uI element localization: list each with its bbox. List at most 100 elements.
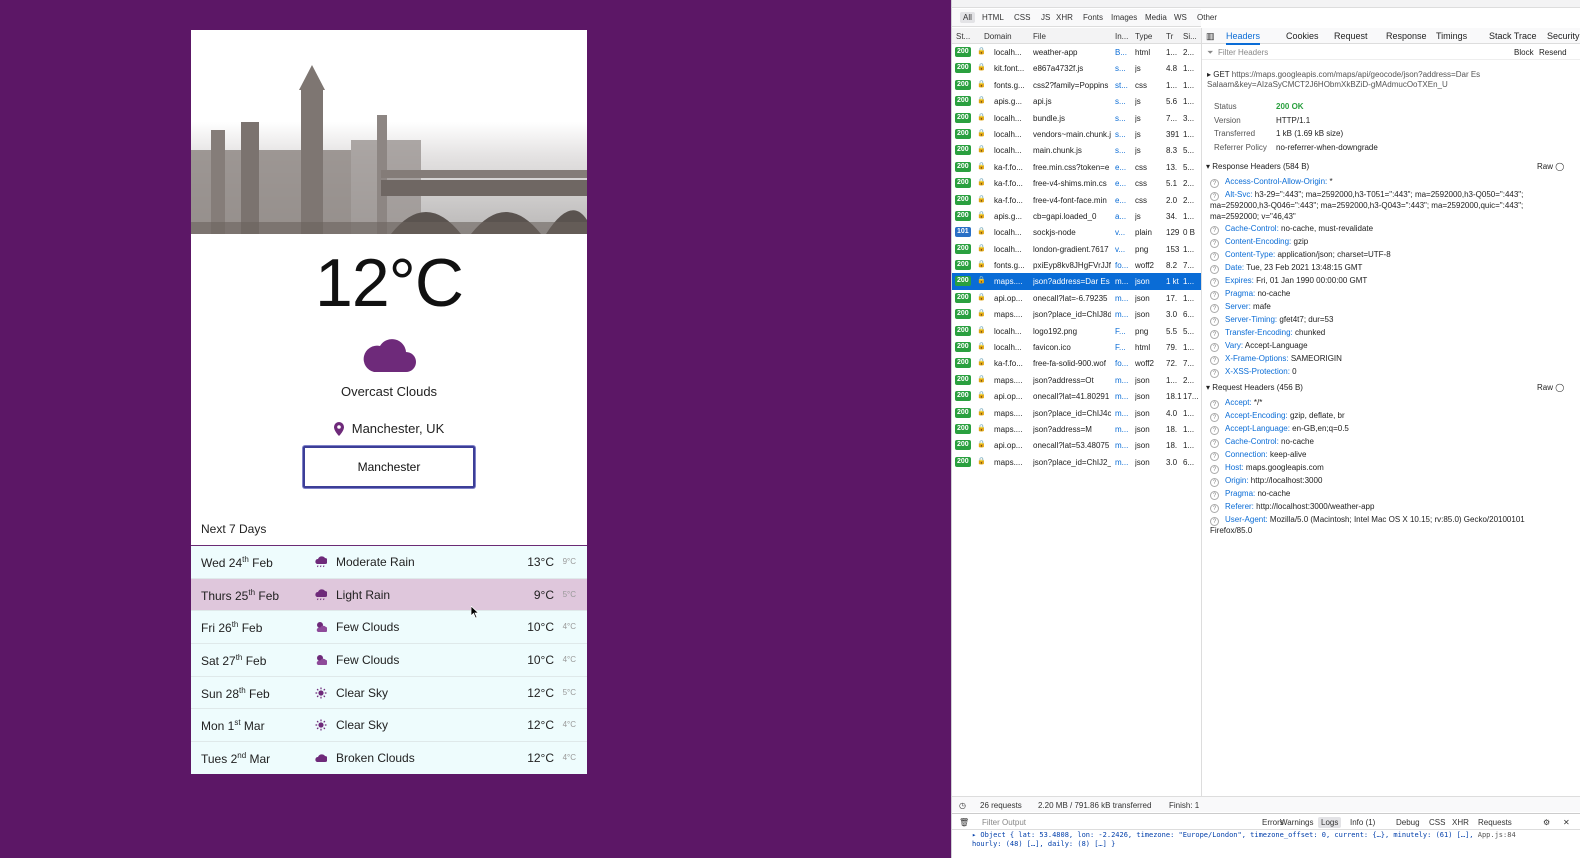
request-row[interactable]: 200 🔒 api.op... onecall?lat=41.80291 m... jso…	[952, 388, 1201, 404]
resend-button[interactable]: Resend	[1539, 48, 1567, 57]
forecast-day-row[interactable]: Fri 26th Feb Few Clouds 10°C 4°C	[191, 611, 587, 645]
header-entry[interactable]: ? X-Frame-Options: SAMEORIGIN	[1210, 354, 1568, 365]
help-icon[interactable]: ?	[1210, 413, 1219, 422]
console-filter-logs[interactable]: Logs	[1318, 817, 1342, 828]
settings-gear-icon[interactable]: ⚙	[1543, 818, 1550, 827]
tab-security[interactable]: Security	[1547, 31, 1580, 41]
request-row[interactable]: 200 🔒 maps.... json?place_id=ChIJ8d m... json…	[952, 306, 1201, 322]
header-entry[interactable]: ? Pragma: no-cache	[1210, 289, 1568, 300]
help-icon[interactable]: ?	[1210, 517, 1219, 526]
help-icon[interactable]: ?	[1210, 252, 1219, 261]
help-icon[interactable]: ?	[1210, 330, 1219, 339]
console-filter-xhr[interactable]: XHR	[1452, 818, 1469, 827]
header-entry[interactable]: ? Content-Encoding: gzip	[1210, 237, 1568, 248]
header-entry[interactable]: ? Server: mafe	[1210, 302, 1568, 313]
request-row[interactable]: 200 🔒 maps.... json?address=M m... json 18. 1..…	[952, 421, 1201, 437]
filter-images[interactable]: Images	[1111, 13, 1137, 22]
request-row[interactable]: 101 🔒 localh... sockjs-node v... plain 1290 B	[952, 224, 1201, 240]
request-row[interactable]: 200 🔒 ka-f.fo... free-v4-shims.min.cs e... cs…	[952, 175, 1201, 191]
help-icon[interactable]: ?	[1210, 491, 1219, 500]
request-row[interactable]: 200 🔒 kit.font... e867a4732f.js s... js 4.8 1..…	[952, 60, 1201, 76]
console-filter-info-1-[interactable]: Info (1)	[1350, 818, 1375, 827]
help-icon[interactable]: ?	[1210, 192, 1219, 201]
request-row[interactable]: 200 🔒 ka-f.fo... free.min.css?token=e e... cs…	[952, 159, 1201, 175]
help-icon[interactable]: ?	[1210, 478, 1219, 487]
tab-timings[interactable]: Timings	[1436, 31, 1467, 41]
header-entry[interactable]: ? Server-Timing: gfet4t7; dur=53	[1210, 315, 1568, 326]
request-row[interactable]: 200 🔒 localh... logo192.png F... png 5.5 5...	[952, 323, 1201, 339]
help-icon[interactable]: ?	[1210, 426, 1219, 435]
column-header[interactable]: In...	[1115, 32, 1128, 41]
header-entry[interactable]: ? Origin: http://localhost:3000	[1210, 476, 1568, 487]
header-entry[interactable]: ? Cache-Control: no-cache, must-revalidat…	[1210, 224, 1568, 235]
request-headers-section[interactable]: ▾ Request Headers (456 B)	[1206, 383, 1303, 392]
tab-response[interactable]: Response	[1386, 31, 1427, 41]
header-entry[interactable]: ? Date: Tue, 23 Feb 2021 13:48:15 GMT	[1210, 263, 1568, 274]
request-row[interactable]: 200 🔒 fonts.g... pxiEyp8kv8JHgFVrJJf fo... wo…	[952, 257, 1201, 273]
help-icon[interactable]: ?	[1210, 400, 1219, 409]
forecast-day-row[interactable]: Wed 24th Feb Moderate Rain 13°C 9°C	[191, 546, 587, 579]
forecast-day-row[interactable]: Thurs 25th Feb Light Rain 9°C 5°C	[191, 578, 587, 612]
request-row[interactable]: 200 🔒 localh... london-gradient.7617 v... png…	[952, 241, 1201, 257]
help-icon[interactable]: ?	[1210, 239, 1219, 248]
header-entry[interactable]: ? Transfer-Encoding: chunked	[1210, 328, 1568, 339]
header-entry[interactable]: ? Vary: Accept-Language	[1210, 341, 1568, 352]
header-entry[interactable]: ? Host: maps.googleapis.com	[1210, 463, 1568, 474]
request-row[interactable]: 200 🔒 localh... main.chunk.js s... js 8.3 5...	[952, 142, 1201, 158]
tab-stack-trace[interactable]: Stack Trace	[1489, 31, 1537, 41]
request-row[interactable]: 200 🔒 apis.g... cb=gapi.loaded_0 a... js 34. 1.…	[952, 208, 1201, 224]
filter-fonts[interactable]: Fonts	[1083, 13, 1103, 22]
header-entry[interactable]: ? Pragma: no-cache	[1210, 489, 1568, 500]
console-filter-warnings[interactable]: Warnings	[1280, 818, 1314, 827]
filter-all[interactable]: All	[960, 12, 975, 23]
request-row[interactable]: 200 🔒 maps.... json?place_id=ChIJ4c m... json…	[952, 405, 1201, 421]
filter-html[interactable]: HTML	[982, 13, 1004, 22]
header-entry[interactable]: ? Access-Control-Allow-Origin: *	[1210, 177, 1568, 188]
trash-icon[interactable]: 🗑	[959, 818, 969, 827]
help-icon[interactable]: ?	[1210, 179, 1219, 188]
column-header[interactable]: Si...	[1183, 32, 1197, 41]
forecast-day-row[interactable]: Sun 28th Feb Clear Sky 12°C 5°C	[191, 676, 587, 710]
console-filter-input[interactable]: Filter Output	[982, 818, 1026, 827]
request-row[interactable]: 200 🔒 fonts.g... css2?family=Poppins st... cs…	[952, 77, 1201, 93]
request-row[interactable]: 200 🔒 localh... bundle.js s... js 7... 3...	[952, 110, 1201, 126]
help-icon[interactable]: ?	[1210, 439, 1219, 448]
block-button[interactable]: Block	[1514, 48, 1534, 57]
panel-toggle-icon[interactable]: ▥	[1206, 31, 1215, 42]
filter-js[interactable]: JS	[1041, 13, 1050, 22]
help-icon[interactable]: ?	[1210, 278, 1219, 287]
request-url-line[interactable]: ▸ GET https://maps.googleapis.com/maps/a…	[1207, 70, 1577, 90]
request-row[interactable]: 200 🔒 maps.... json?place_id=ChIJ2_ m... json…	[952, 454, 1201, 470]
request-row[interactable]: 200 🔒 api.op... onecall?lat=53.48075 m... jso…	[952, 437, 1201, 453]
header-entry[interactable]: ? Content-Type: application/json; charset…	[1210, 250, 1568, 261]
raw-toggle-request[interactable]: Raw ◯	[1537, 383, 1564, 392]
filter-media[interactable]: Media	[1145, 13, 1167, 22]
help-icon[interactable]: ?	[1210, 343, 1219, 352]
request-row[interactable]: 200 🔒 ka-f.fo... free-fa-solid-900.wof fo...…	[952, 355, 1201, 371]
header-entry[interactable]: ? Expires: Fri, 01 Jan 1990 00:00:00 GMT	[1210, 276, 1568, 287]
filter-headers-input[interactable]: Filter Headers	[1218, 48, 1268, 57]
tab-headers[interactable]: Headers	[1226, 31, 1261, 45]
request-row[interactable]: 200 🔒 localh... favicon.ico F... html 79. 1...	[952, 339, 1201, 355]
help-icon[interactable]: ?	[1210, 265, 1219, 274]
header-entry[interactable]: ? Cache-Control: no-cache	[1210, 437, 1568, 448]
help-icon[interactable]: ?	[1210, 304, 1219, 313]
help-icon[interactable]: ?	[1210, 452, 1219, 461]
console-filter-debug[interactable]: Debug	[1396, 818, 1420, 827]
city-search-input[interactable]	[303, 446, 475, 488]
filter-xhr[interactable]: XHR	[1056, 13, 1073, 22]
request-row[interactable]: 200 🔒 apis.g... api.js s... js 5.6 1...	[952, 93, 1201, 109]
response-headers-section[interactable]: ▾ Response Headers (584 B)	[1206, 162, 1309, 171]
forecast-day-row[interactable]: Tues 2nd Mar Broken Clouds 12°C 4°C	[191, 742, 587, 774]
help-icon[interactable]: ?	[1210, 369, 1219, 378]
console-filter-requests[interactable]: Requests	[1478, 818, 1512, 827]
column-header[interactable]: File	[1033, 32, 1046, 41]
console-line[interactable]: ▸ Object { lat: 53.4808, lon: -2.2426, t…	[972, 831, 1516, 840]
request-row[interactable]: 200 🔒 api.op... onecall?lat=-6.79235 m... jso…	[952, 290, 1201, 306]
column-header[interactable]: St...	[956, 32, 970, 41]
filter-other[interactable]: Other	[1197, 13, 1217, 22]
tab-cookies[interactable]: Cookies	[1286, 31, 1319, 41]
console-source-link[interactable]: App.js:84	[1478, 831, 1516, 839]
header-entry[interactable]: ? Accept-Encoding: gzip, deflate, br	[1210, 411, 1568, 422]
close-icon[interactable]: ✕	[1563, 818, 1570, 827]
